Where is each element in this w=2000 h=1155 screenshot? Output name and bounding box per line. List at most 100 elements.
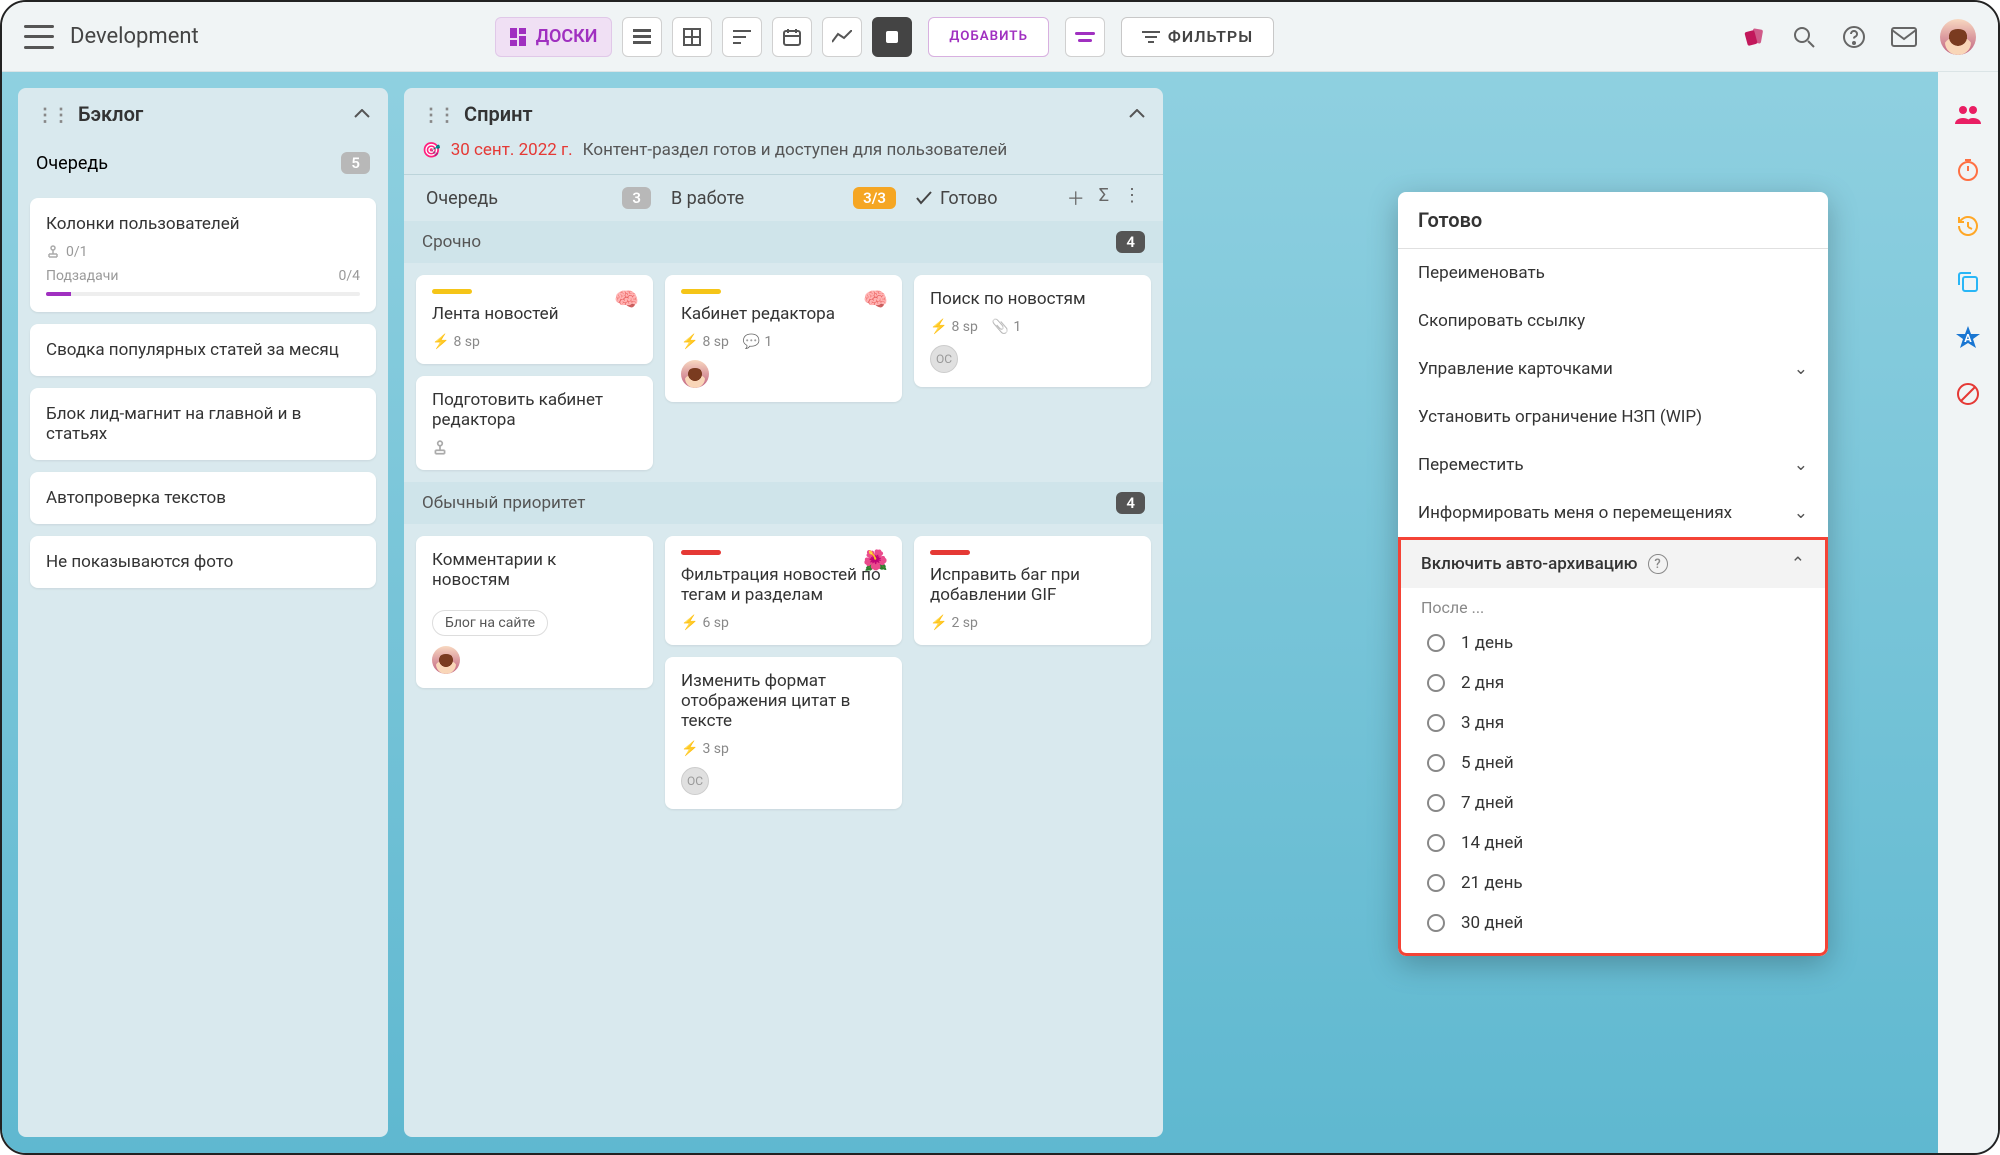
priority-button[interactable] — [1065, 17, 1105, 57]
popup-rename[interactable]: Переименовать — [1398, 249, 1828, 297]
help-icon[interactable] — [1840, 23, 1868, 51]
radio-icon — [1427, 874, 1445, 892]
card-title: Поиск по новостям — [930, 289, 1135, 309]
story-points: 8 sp — [681, 334, 729, 350]
lane-count: 4 — [1116, 231, 1145, 253]
brain-icon: 🧠 — [614, 287, 639, 311]
chart-view-button[interactable] — [822, 17, 862, 57]
comments-count: 1 — [743, 334, 772, 350]
filters-button[interactable]: ФИЛЬТРЫ — [1121, 17, 1274, 57]
members-icon[interactable] — [1954, 100, 1982, 128]
auto-archive-option[interactable]: 14 дней — [1401, 823, 1825, 863]
card-title: Блок лид-магнит на главной и в статьях — [46, 404, 360, 444]
radio-icon — [1427, 634, 1445, 652]
backlog-card[interactable]: Сводка популярных статей за месяц — [30, 324, 376, 376]
popup-move[interactable]: Переместить⌄ — [1398, 441, 1828, 489]
backlog-card[interactable]: Автопроверка текстов — [30, 472, 376, 524]
user-avatar[interactable] — [1940, 19, 1976, 55]
help-icon[interactable]: ? — [1648, 554, 1668, 574]
task-card[interactable]: Комментарии к новостям Блог на сайте — [416, 536, 653, 688]
story-points: 3 sp — [681, 741, 729, 757]
backlog-card[interactable]: Блок лид-магнит на главной и в статьях — [30, 388, 376, 460]
automation-icon[interactable]: A — [1954, 324, 1982, 352]
search-icon[interactable] — [1790, 23, 1818, 51]
col-body: 🌺 Фильтрация новостей по тегам и раздела… — [665, 536, 902, 1125]
collapse-icon[interactable] — [354, 109, 370, 119]
task-card[interactable]: Исправить баг при добавлении GIF 2 sp — [914, 536, 1151, 645]
card-title: Автопроверка текстов — [46, 488, 360, 508]
popup-auto-archive[interactable]: Включить авто-архивацию ? ⌃ — [1401, 540, 1825, 588]
priority-bar — [681, 550, 721, 555]
task-card[interactable]: Изменить формат отображения цитат в текс… — [665, 657, 902, 809]
mail-icon[interactable] — [1890, 23, 1918, 51]
add-button[interactable]: ДОБАВИТЬ — [928, 17, 1049, 57]
auto-archive-option[interactable]: 5 дней — [1401, 743, 1825, 783]
popup-copy-link[interactable]: Скопировать ссылку — [1398, 297, 1828, 345]
backlog-card[interactable]: Колонки пользователей 0/1 Подзадачи 0/4 — [30, 198, 376, 312]
add-card-icon[interactable]: ＋ — [1067, 185, 1085, 211]
sum-icon[interactable]: Σ — [1099, 185, 1109, 211]
card-title: Колонки пользователей — [46, 214, 360, 234]
timer-icon[interactable] — [1954, 156, 1982, 184]
auto-archive-option[interactable]: 1 день — [1401, 623, 1825, 663]
sprint-goal: 30 сент. 2022 г. Контент-раздел готов и … — [404, 140, 1163, 174]
auto-archive-section: Включить авто-архивацию ? ⌃ После ... 1 … — [1398, 537, 1828, 956]
chevron-down-icon: ⌄ — [1794, 503, 1808, 523]
task-card[interactable]: Подготовить кабинет редактора — [416, 376, 653, 470]
check-icon — [916, 191, 932, 205]
history-icon[interactable] — [1954, 212, 1982, 240]
auto-archive-option[interactable]: 2 дня — [1401, 663, 1825, 703]
popup-wip-limit[interactable]: Установить ограничение НЗП (WIP) — [1398, 393, 1828, 441]
auto-archive-option[interactable]: 3 дня — [1401, 703, 1825, 743]
assignee-initials: ОС — [681, 767, 709, 795]
calendar-view-button[interactable] — [772, 17, 812, 57]
archive-view-button[interactable] — [872, 17, 912, 57]
col-body: 🧠 Кабинет редактора 8 sp 1 — [665, 275, 902, 470]
auto-archive-option[interactable]: 7 дней — [1401, 783, 1825, 823]
task-card[interactable]: 🧠 Кабинет редактора 8 sp 1 — [665, 275, 902, 402]
boards-view-button[interactable]: ДОСКИ — [495, 17, 613, 57]
cards-icon[interactable] — [1740, 23, 1768, 51]
assignee-initials: ОС — [930, 345, 958, 373]
list-view-button[interactable] — [622, 17, 662, 57]
sort-view-button[interactable] — [722, 17, 762, 57]
radio-icon — [1427, 834, 1445, 852]
chevron-down-icon: ⌄ — [1794, 359, 1808, 379]
boards-label: ДОСКИ — [536, 26, 598, 47]
goal-date: 30 сент. 2022 г. — [451, 140, 573, 160]
flower-icon: 🌺 — [863, 548, 888, 572]
auto-archive-option[interactable]: 30 дней — [1401, 903, 1825, 943]
lane-label: Обычный приоритет — [422, 493, 585, 513]
popup-notify[interactable]: Информировать меня о перемещениях⌄ — [1398, 489, 1828, 537]
collapse-icon[interactable] — [1129, 109, 1145, 119]
column-menu-icon[interactable]: ⋮ — [1123, 185, 1141, 211]
radio-icon — [1427, 674, 1445, 692]
project-title: Development — [70, 24, 199, 49]
task-card[interactable]: 🌺 Фильтрация новостей по тегам и раздела… — [665, 536, 902, 645]
subtasks-row: Подзадачи 0/4 — [46, 268, 360, 284]
chevron-down-icon: ⌄ — [1794, 455, 1808, 475]
block-icon[interactable] — [1954, 380, 1982, 408]
drag-icon[interactable] — [36, 102, 68, 126]
lane-label: Срочно — [422, 232, 481, 252]
col-body: 🧠 Лента новостей 8 sp Подготовить кабине… — [416, 275, 653, 470]
copy-icon[interactable] — [1954, 268, 1982, 296]
card-title: Комментарии к новостям — [432, 550, 637, 590]
target-icon — [422, 140, 441, 160]
menu-icon[interactable] — [24, 25, 54, 49]
column-header-row: Очередь 3 В работе 3/3 Готово ＋ Σ ⋮ — [404, 174, 1163, 221]
table-view-button[interactable] — [672, 17, 712, 57]
backlog-card[interactable]: Не показываются фото — [30, 536, 376, 588]
fork-icon — [432, 440, 637, 456]
task-card[interactable]: Поиск по новостям 8 sp 1 ОС — [914, 275, 1151, 387]
col-body: Поиск по новостям 8 sp 1 ОС — [914, 275, 1151, 470]
swimlane-urgent: Срочно 4 — [404, 221, 1163, 263]
auto-archive-option[interactable]: 21 день — [1401, 863, 1825, 903]
drag-icon[interactable] — [422, 102, 454, 126]
card-title: Изменить формат отображения цитат в текс… — [681, 671, 886, 731]
popup-manage-cards[interactable]: Управление карточками⌄ — [1398, 345, 1828, 393]
task-card[interactable]: 🧠 Лента новостей 8 sp — [416, 275, 653, 364]
card-title: Сводка популярных статей за месяц — [46, 340, 360, 360]
attachments-count: 1 — [992, 319, 1021, 335]
column-popup: Готово Переименовать Скопировать ссылку … — [1398, 192, 1828, 956]
